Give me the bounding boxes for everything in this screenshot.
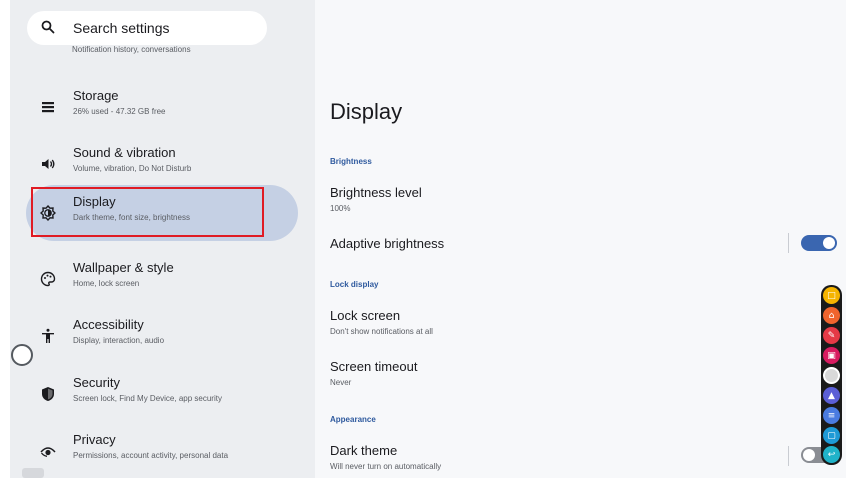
volume-icon (42, 159, 55, 169)
sidebar-item-title: Privacy (73, 432, 116, 447)
back-icon[interactable]: ↩ (823, 446, 840, 463)
sidebar-item-subtitle: Volume, vibration, Do Not Disturb (73, 164, 192, 173)
row-subtitle: Will never turn on automatically (330, 462, 442, 471)
list-icon[interactable]: ≡ (823, 407, 840, 424)
row-title: Lock screen (330, 308, 401, 323)
settings-sidebar: Search settings Notification history, co… (10, 0, 315, 478)
page-title: Display (330, 99, 403, 124)
row-subtitle: 100% (330, 204, 351, 213)
divider (788, 446, 789, 466)
row-subtitle: Don't show notifications at all (330, 327, 433, 336)
sidebar-item-security[interactable]: Security Screen lock, Find My Device, ap… (26, 366, 298, 422)
floating-toolbar: □ ⌂ ✎ ▣ ▲ ≡ ▢ ↩ (821, 285, 842, 465)
row-title: Adaptive brightness (330, 236, 445, 251)
divider (788, 233, 789, 253)
sidebar-item-subtitle: Permissions, account activity, personal … (73, 451, 229, 460)
toggle-knob (803, 449, 815, 461)
section-header-lock-display: Lock display (330, 280, 379, 289)
sidebar-item-wallpaper[interactable]: Wallpaper & style Home, lock screen (26, 251, 298, 307)
eye-icon (40, 447, 56, 457)
search-placeholder: Search settings (73, 20, 170, 36)
sidebar-item-accessibility[interactable]: Accessibility Display, interaction, audi… (26, 308, 298, 364)
row-title: Brightness level (330, 185, 422, 200)
screen-icon[interactable]: ▣ (823, 347, 840, 364)
sidebar-item-subtitle: Home, lock screen (73, 279, 140, 288)
shield-icon (42, 387, 54, 401)
row-title: Screen timeout (330, 359, 418, 374)
row-subtitle: Never (330, 378, 352, 387)
sidebar-item-storage[interactable]: Storage 26% used - 47.32 GB free (26, 79, 298, 135)
storage-icon (42, 102, 54, 113)
home-icon[interactable]: ⌂ (823, 307, 840, 324)
section-header-brightness: Brightness (330, 157, 372, 166)
window-icon[interactable]: ▢ (823, 427, 840, 444)
chat-icon[interactable]: □ (823, 287, 840, 304)
palette-icon (40, 271, 56, 287)
sidebar-item-privacy[interactable]: Privacy Permissions, account activity, p… (26, 423, 298, 478)
accessibility-icon (42, 328, 54, 343)
notifications-subtitle: Notification history, conversations (72, 45, 191, 54)
eraser-icon[interactable]: ▲ (823, 387, 840, 404)
section-header-appearance: Appearance (330, 415, 376, 424)
floating-ring-button[interactable] (11, 344, 33, 366)
sidebar-item-title: Security (73, 375, 120, 390)
sidebar-item-title: Wallpaper & style (73, 260, 174, 275)
sidebar-item-sound[interactable]: Sound & vibration Volume, vibration, Do … (26, 136, 298, 192)
sidebar-item-subtitle: Display, interaction, audio (73, 336, 165, 345)
search-bar[interactable]: Search settings (27, 11, 267, 45)
sidebar-item-subtitle: Screen lock, Find My Device, app securit… (73, 394, 222, 403)
sidebar-item-title: Storage (73, 88, 119, 103)
adaptive-brightness-toggle[interactable] (801, 235, 837, 251)
corner-element (22, 468, 44, 478)
display-settings-panel: Display Brightness Brightness level 100%… (315, 0, 846, 478)
toggle-knob (823, 237, 835, 249)
sidebar-item-title: Sound & vibration (73, 145, 176, 160)
search-icon (41, 20, 55, 34)
edit-icon[interactable]: ✎ (823, 327, 840, 344)
row-title: Dark theme (330, 443, 398, 458)
sidebar-item-title: Accessibility (73, 317, 144, 332)
highlight-box (31, 187, 264, 237)
record-icon[interactable] (823, 367, 840, 384)
sidebar-item-subtitle: 26% used - 47.32 GB free (73, 107, 166, 116)
